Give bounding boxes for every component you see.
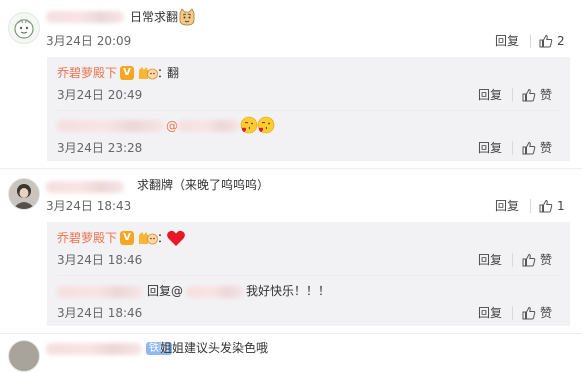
like-button[interactable]: 赞	[522, 305, 552, 321]
divider	[512, 253, 513, 267]
reply-text: 我好快乐！！！	[246, 284, 331, 298]
comment-divider	[0, 333, 582, 334]
avatar[interactable]	[8, 178, 40, 210]
blowing-kiss-emoji	[257, 116, 275, 134]
thumbs-up-icon	[522, 141, 536, 155]
like-label: 赞	[540, 306, 553, 320]
thumbs-up-icon	[522, 253, 536, 267]
like-label: 赞	[540, 141, 553, 155]
like-button[interactable]: 赞	[522, 140, 552, 156]
thumbs-up-icon	[522, 306, 536, 320]
divider	[512, 306, 513, 320]
reply-date: 3月24日 18:46	[57, 306, 143, 320]
comment-divider	[0, 168, 582, 169]
reply-text: 翻	[167, 66, 180, 80]
reply-button[interactable]: 回复	[495, 198, 519, 214]
verified-v-badge: V	[120, 66, 134, 80]
reply-button[interactable]: 回复	[478, 252, 502, 268]
comment-text: 姐姐建议头发染色哦	[160, 341, 269, 355]
cat-emoji	[178, 8, 196, 26]
comment-date: 3月24日 20:09	[46, 34, 132, 48]
like-count: 2	[557, 34, 565, 48]
like-button[interactable]: 赞	[522, 87, 552, 103]
redacted-username	[46, 343, 142, 355]
like-button[interactable]: 1	[539, 198, 565, 214]
reply-button[interactable]: 回复	[478, 305, 502, 321]
reply-date: 3月24日 23:28	[57, 141, 143, 155]
reply-button[interactable]: 回复	[478, 87, 502, 103]
red-heart-icon	[166, 229, 186, 247]
fan-crown-icon	[138, 65, 158, 81]
redacted-username	[57, 120, 165, 132]
like-label: 赞	[540, 253, 553, 267]
like-button[interactable]: 赞	[522, 252, 552, 268]
divider	[512, 141, 513, 155]
reply-text-prefix: 回复@	[147, 284, 184, 298]
reply-button[interactable]: 回复	[478, 140, 502, 156]
reply-button[interactable]: 回复	[495, 33, 519, 49]
reply-author[interactable]: 乔碧萝殿下	[57, 65, 117, 81]
divider	[530, 34, 531, 48]
mention-symbol: @	[166, 119, 178, 133]
reply-date: 3月24日 20:49	[57, 88, 143, 102]
like-button[interactable]: 2	[539, 33, 565, 49]
comment-date: 3月24日 18:43	[46, 199, 132, 213]
divider	[57, 110, 560, 111]
redacted-username	[57, 286, 143, 298]
avatar[interactable]	[8, 340, 40, 372]
like-count: 1	[557, 199, 565, 213]
reply-date: 3月24日 18:46	[57, 253, 143, 267]
comment-text: 日常求翻	[130, 10, 179, 24]
redacted-username	[46, 11, 124, 23]
blowing-kiss-emoji	[240, 116, 258, 134]
thumbs-up-icon	[539, 34, 553, 48]
thumbs-up-icon	[522, 88, 536, 102]
reply-author[interactable]: 乔碧萝殿下	[57, 230, 117, 246]
divider	[530, 199, 531, 213]
comment-text: 求翻牌（来晚了呜呜呜）	[137, 178, 270, 192]
redacted-mention	[178, 120, 240, 132]
thumbs-up-icon	[539, 199, 553, 213]
redacted-mention	[186, 286, 244, 298]
verified-v-badge: V	[120, 231, 134, 245]
redacted-username	[46, 181, 124, 193]
like-label: 赞	[540, 88, 553, 102]
divider	[57, 275, 560, 276]
fan-crown-icon	[138, 230, 158, 246]
avatar[interactable]	[8, 12, 40, 44]
divider	[512, 88, 513, 102]
